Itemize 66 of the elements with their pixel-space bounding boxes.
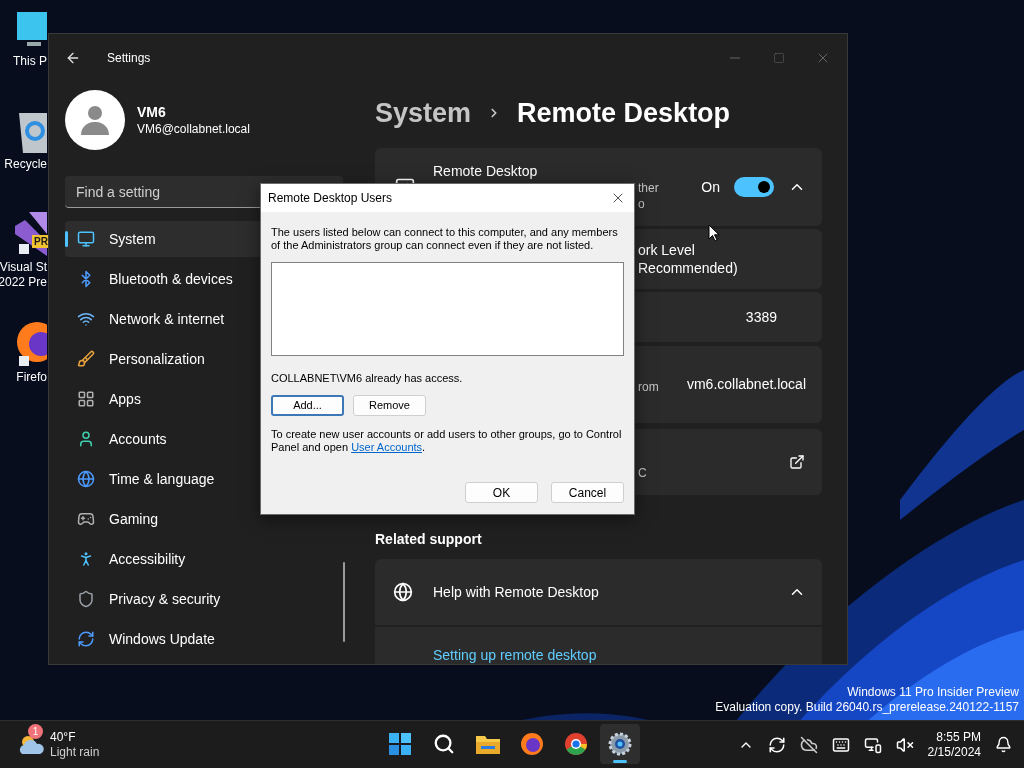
setting-description: ther xyxy=(638,180,659,196)
apps-grid-icon xyxy=(77,390,95,408)
section-heading: Related support xyxy=(375,530,483,549)
desktop-icon-label: Visual St xyxy=(0,260,47,275)
os-notice-text: Windows 11 Pro Insider Preview xyxy=(847,685,1019,700)
nav-item[interactable]: Gaming xyxy=(65,501,343,537)
wifi-icon xyxy=(77,310,95,328)
cloud-off-icon[interactable] xyxy=(799,735,818,754)
weather-condition: Light rain xyxy=(50,744,100,760)
avatar xyxy=(65,90,125,150)
chrome-icon[interactable] xyxy=(565,733,587,755)
search-icon[interactable] xyxy=(433,733,455,755)
toggle-switch[interactable] xyxy=(734,177,774,197)
nav-item[interactable]: Accessibility xyxy=(65,541,343,577)
clock[interactable]: 8:55 PM 2/15/2024 xyxy=(927,729,981,760)
notification-badge: 1 xyxy=(28,723,43,739)
toggle-state-label: On xyxy=(701,177,720,197)
dialog-button[interactable]: Remove xyxy=(353,395,426,416)
user-email: VM6@collabnet.local xyxy=(137,121,250,137)
dialog-button[interactable]: Cancel xyxy=(551,482,624,503)
temperature: 40°F xyxy=(50,729,77,745)
notification-bell-icon[interactable] xyxy=(995,736,1012,753)
nav-item[interactable]: Windows Update xyxy=(65,621,343,657)
globe-icon xyxy=(77,470,95,488)
os-notice-text: Evaluation copy. Build 26040.rs_prerelease.240122-1157 xyxy=(715,700,1019,715)
person-icon xyxy=(77,430,95,448)
speaker-muted-icon[interactable] xyxy=(895,735,914,754)
access-note: COLLABNET\VM6 already has access. xyxy=(271,372,464,385)
taskbar-app[interactable] xyxy=(600,724,640,764)
dialog-button[interactable]: OK xyxy=(465,482,538,503)
user-name: VM6 xyxy=(137,103,167,121)
breadcrumb-parent[interactable]: System xyxy=(375,92,472,134)
nav-item[interactable]: Privacy & security xyxy=(65,581,343,617)
refresh-icon xyxy=(77,630,95,648)
dialog-button[interactable]: Add... xyxy=(271,395,344,416)
page-title: Remote Desktop xyxy=(517,96,731,130)
setting-description: rom xyxy=(638,378,659,395)
fox-globe-icon[interactable] xyxy=(521,733,543,755)
desktop-icon-label: This P xyxy=(13,54,47,69)
external-link-icon[interactable] xyxy=(789,454,805,470)
setting-value: vm6.collabnet.local xyxy=(686,375,807,394)
window-title: Settings xyxy=(107,50,151,67)
setting-title: Remote Desktop xyxy=(433,162,539,180)
desktop-icon-label: Firefo xyxy=(16,370,47,385)
start-icon[interactable] xyxy=(389,733,411,755)
folder-icon[interactable] xyxy=(476,734,500,754)
setting-description: o xyxy=(638,196,646,212)
dialog-hint: To create new user accounts or add users to other groups, go to Control Panel and open User Accounts. xyxy=(271,428,623,454)
cursor-icon xyxy=(708,224,720,242)
setting-title: ork Level xyxy=(638,241,696,259)
shield-icon xyxy=(77,590,95,608)
sync-icon[interactable] xyxy=(767,735,786,754)
monitor-icon xyxy=(77,230,95,248)
setting-title: Recommended) xyxy=(638,259,738,277)
gamepad-icon xyxy=(77,510,95,528)
network-icon[interactable] xyxy=(863,735,882,754)
help-title: Help with Remote Desktop xyxy=(433,582,599,602)
cloud-sun-icon xyxy=(18,733,44,756)
globe-icon xyxy=(393,582,413,602)
brush-icon xyxy=(77,350,95,368)
desktop-icon-label: Recycle xyxy=(4,157,47,172)
gear-icon[interactable] xyxy=(608,732,632,756)
setting-value: 3389 xyxy=(745,307,778,327)
keyboard-icon[interactable] xyxy=(831,735,850,754)
setting-description: C xyxy=(638,465,647,481)
help-link[interactable]: Setting up remote desktop xyxy=(433,645,822,664)
